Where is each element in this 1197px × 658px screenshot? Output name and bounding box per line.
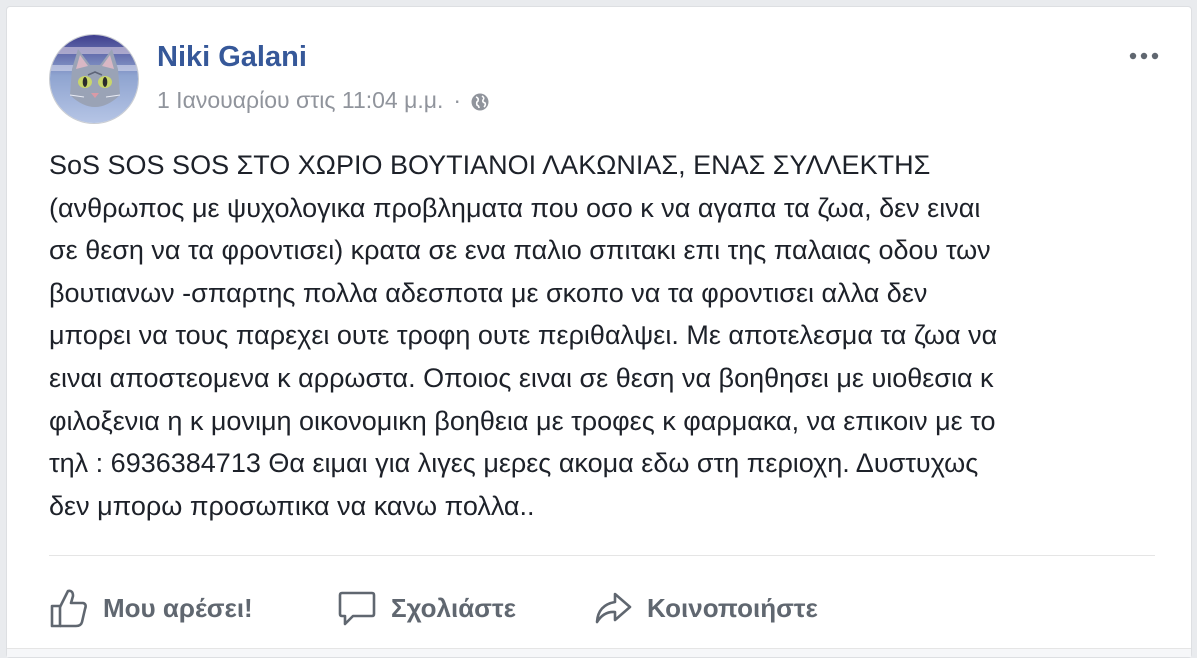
author-avatar[interactable] [49,34,139,124]
globe-icon[interactable] [470,91,490,111]
more-options-icon[interactable] [1127,49,1161,63]
like-label: Μου αρέσει! [103,592,253,623]
avatar-picture [50,35,138,123]
post-card: Niki Galani 1 Ιανουαρίου στις 11:04 μ.μ.… [6,6,1192,658]
comment-bubble-icon [337,588,377,628]
meta-separator: · [453,87,462,113]
post-text-line: SoS SOS SOS ΣΤΟ ΧΩΡΙΟ ΒΟΥΤΙΑΝΟΙ ΛΑΚΩΝΙΑΣ… [49,150,931,180]
post-meta: 1 Ιανουαρίου στις 11:04 μ.μ. · [157,87,490,114]
author-name[interactable]: Niki Galani [157,41,307,74]
post-text-line: δεν μπορω προσωπικα να κανω πολλα.. [49,490,535,521]
post-timestamp[interactable]: 1 Ιανουαρίου στις 11:04 μ.μ. [157,87,443,114]
like-button[interactable]: Μου αρέσει! [49,583,253,633]
post-text-line: φιλοξενια η κ μονιμη οικονομικη βοηθεια … [49,405,996,436]
post-text-line: σε θεση να τα φροντισει) κρατα σε ενα πα… [49,235,991,266]
thumbs-up-icon [49,587,89,629]
share-button[interactable]: Κοινοποιήστε [593,583,818,633]
comment-button[interactable]: Σχολιάστε [337,583,516,633]
comment-label: Σχολιάστε [391,592,516,623]
post-text-line: (ανθρωπος με ψυχολογικα προβληματα που ο… [49,192,981,223]
share-arrow-icon [593,588,633,628]
post-body: SoS SOS SOS ΣΤΟ ΧΩΡΙΟ ΒΟΥΤΙΑΝΟΙ ΛΑΚΩΝΙΑΣ… [49,144,1169,527]
actions-divider [49,555,1155,556]
post-text-line: βουτιανων -σπαρτης πολλα αδεσποτα με σκο… [49,277,928,308]
post-text-line: ειναι αποστεομενα κ αρρωστα. Οποιος εινα… [49,362,994,393]
comments-area-edge [7,648,1191,657]
share-label: Κοινοποιήστε [647,592,818,623]
post-text-line: μπορει να τους παρεχει ουτε τροφη ουτε π… [49,320,998,351]
post-text-line: τηλ : 6936384713 Θα ειμαι για λιγες μερε… [49,448,979,479]
